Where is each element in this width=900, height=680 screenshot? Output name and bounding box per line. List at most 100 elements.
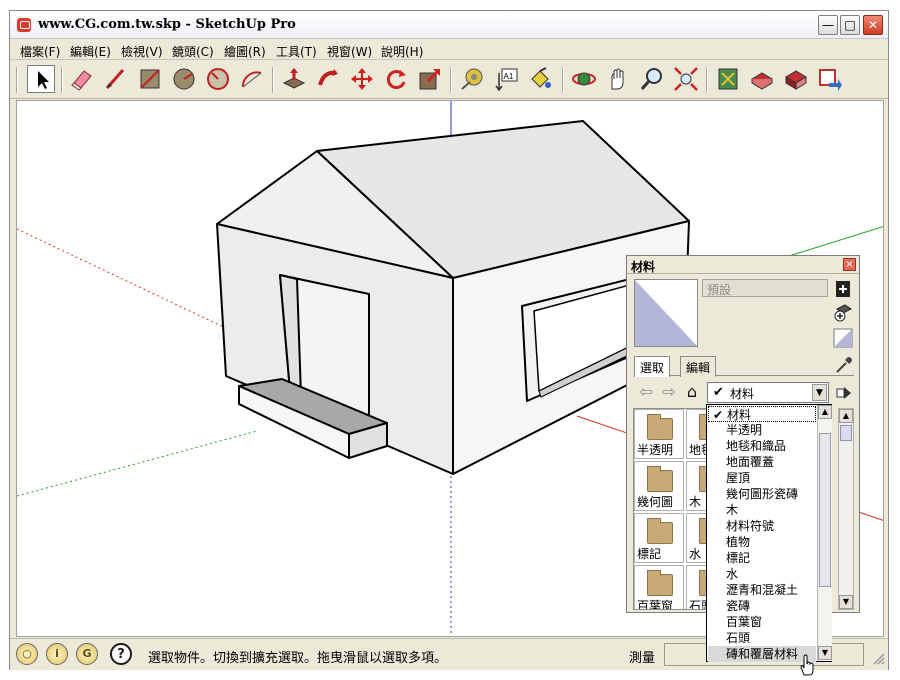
- material-preview-swatch: [634, 279, 698, 347]
- geo-location-icon[interactable]: ○: [16, 643, 38, 665]
- zoom-icon[interactable]: [638, 65, 666, 93]
- chevron-down-icon[interactable]: ▼: [812, 384, 827, 401]
- send-to-layout-icon[interactable]: [816, 65, 844, 93]
- menu-window[interactable]: 視窗(W): [327, 43, 372, 60]
- display-secondary-browser-icon[interactable]: [833, 279, 853, 299]
- select-icon[interactable]: [27, 65, 55, 93]
- materials-tab-row: 選取 編輯: [634, 356, 854, 377]
- sketchup-app-icon[interactable]: [17, 18, 31, 32]
- scroll-down-icon[interactable]: ▼: [839, 595, 853, 609]
- dropdown-item[interactable]: 瓷磚: [708, 598, 816, 614]
- tape-measure-icon[interactable]: [458, 65, 486, 93]
- menu-camera[interactable]: 鏡頭(C): [172, 43, 214, 60]
- material-name-field[interactable]: 預設: [702, 279, 828, 297]
- checkmark-icon: ✔: [713, 385, 724, 400]
- zoom-extents-icon[interactable]: [672, 65, 700, 93]
- red-axis-negative: [17, 228, 233, 332]
- menu-help[interactable]: 說明(H): [381, 43, 423, 60]
- rectangle-icon[interactable]: [136, 65, 164, 93]
- orbit-icon[interactable]: [570, 65, 598, 93]
- tab-edit[interactable]: 編輯: [680, 356, 717, 377]
- menu-edit[interactable]: 編輯(E): [70, 43, 111, 60]
- scroll-up-icon[interactable]: ▲: [839, 409, 853, 423]
- materials-title-bar[interactable]: 材料 ×: [627, 256, 859, 274]
- dropdown-item[interactable]: 百葉窗: [708, 614, 816, 630]
- sample-paint-eyedropper-icon[interactable]: [834, 355, 854, 375]
- rotate-icon[interactable]: [382, 65, 410, 93]
- resize-grip-icon[interactable]: [871, 651, 885, 665]
- menu-bar: 檔案(F) 編輯(E) 檢視(V) 鏡頭(C) 繪圖(R) 工具(T) 視窗(W…: [10, 40, 888, 60]
- dropdown-item[interactable]: 植物: [708, 534, 816, 550]
- dropdown-item[interactable]: 地毯和織品: [708, 438, 816, 454]
- dropdown-item[interactable]: 半透明: [708, 422, 816, 438]
- forward-arrow-icon[interactable]: ⇨: [659, 383, 679, 403]
- paint-bucket-icon[interactable]: [526, 65, 554, 93]
- materials-title: 材料: [631, 260, 656, 274]
- dropdown-item[interactable]: 幾何圖形瓷磚: [708, 486, 816, 502]
- dropdown-item[interactable]: 木: [708, 502, 816, 518]
- dropdown-item[interactable]: 地面覆蓋: [708, 454, 816, 470]
- scale-icon[interactable]: [416, 65, 444, 93]
- create-material-icon[interactable]: [833, 303, 853, 323]
- dropdown-item[interactable]: 瀝青和混凝土: [708, 582, 816, 598]
- scroll-down-icon[interactable]: ▼: [818, 646, 832, 660]
- scroll-thumb[interactable]: [840, 425, 852, 441]
- pan-icon[interactable]: [604, 65, 632, 93]
- green-axis-negative: [17, 430, 258, 497]
- thumb-folder[interactable]: 幾何圖: [634, 461, 684, 511]
- follow-me-icon[interactable]: [314, 65, 342, 93]
- folder-icon: [647, 570, 673, 596]
- dropdown-scrollbar[interactable]: ▲ ▼: [817, 405, 832, 661]
- maximize-button[interactable]: □: [840, 15, 860, 35]
- pencil-line-icon[interactable]: [102, 65, 130, 93]
- thumbnail-scrollbar[interactable]: ▲ ▼: [838, 408, 854, 610]
- get-models-icon[interactable]: [714, 65, 742, 93]
- folder-icon: [647, 414, 673, 440]
- polygon-icon[interactable]: [204, 65, 232, 93]
- minimize-button[interactable]: —: [818, 15, 838, 35]
- get-components-icon[interactable]: [782, 65, 810, 93]
- house-model[interactable]: [216, 120, 690, 475]
- details-arrow-icon[interactable]: [834, 383, 854, 403]
- arc-icon[interactable]: [238, 65, 266, 93]
- dropdown-item[interactable]: 材料符號: [708, 518, 816, 534]
- move-icon[interactable]: [348, 65, 376, 93]
- dropdown-item[interactable]: 屋頂: [708, 470, 816, 486]
- thumb-folder[interactable]: 標記: [634, 513, 684, 563]
- measurements-label: 測量: [629, 651, 656, 666]
- default-material-icon[interactable]: [833, 328, 853, 348]
- help-icon[interactable]: ?: [110, 643, 132, 665]
- user-signin-icon[interactable]: G: [76, 643, 98, 665]
- menu-view[interactable]: 檢視(V): [121, 43, 163, 60]
- push-pull-icon[interactable]: [280, 65, 308, 93]
- menu-draw[interactable]: 繪圖(R): [224, 43, 266, 60]
- dropdown-item[interactable]: ✔ 材料: [708, 406, 816, 422]
- circle-icon[interactable]: [170, 65, 198, 93]
- status-hint-text: 選取物件。切換到擴充選取。拖曳滑鼠以選取多項。: [148, 651, 448, 666]
- dropdown-item[interactable]: 水: [708, 566, 816, 582]
- hand-cursor-icon: [799, 654, 815, 676]
- menu-file[interactable]: 檔案(F): [20, 43, 60, 60]
- folder-icon: [647, 466, 673, 492]
- home-icon[interactable]: ⌂: [682, 383, 702, 403]
- share-model-icon[interactable]: [748, 65, 776, 93]
- dropdown-item[interactable]: 石頭: [708, 630, 816, 646]
- folder-icon: [647, 518, 673, 544]
- materials-close-button[interactable]: ×: [843, 258, 856, 271]
- close-button[interactable]: ✕: [863, 15, 883, 35]
- tab-select[interactable]: 選取: [634, 356, 671, 377]
- back-arrow-icon[interactable]: ⇦: [636, 383, 656, 403]
- thumb-folder[interactable]: 半透明: [634, 409, 684, 459]
- checkmark-icon: ✔: [713, 408, 724, 422]
- scroll-thumb[interactable]: [819, 433, 831, 587]
- credits-icon[interactable]: i: [46, 643, 68, 665]
- eraser-icon[interactable]: [68, 65, 96, 93]
- title-bar: www.CG.com.tw.skp - SketchUp Pro — □ ✕: [10, 11, 888, 39]
- text-label-icon[interactable]: A1: [492, 65, 520, 93]
- library-select[interactable]: ✔ 材料 ▼: [707, 382, 829, 403]
- thumb-folder[interactable]: 百葉窗: [634, 565, 684, 609]
- window-title: www.CG.com.tw.skp - SketchUp Pro: [38, 17, 296, 32]
- menu-tools[interactable]: 工具(T): [276, 43, 317, 60]
- dropdown-item[interactable]: 標記: [708, 550, 816, 566]
- scroll-up-icon[interactable]: ▲: [818, 405, 832, 419]
